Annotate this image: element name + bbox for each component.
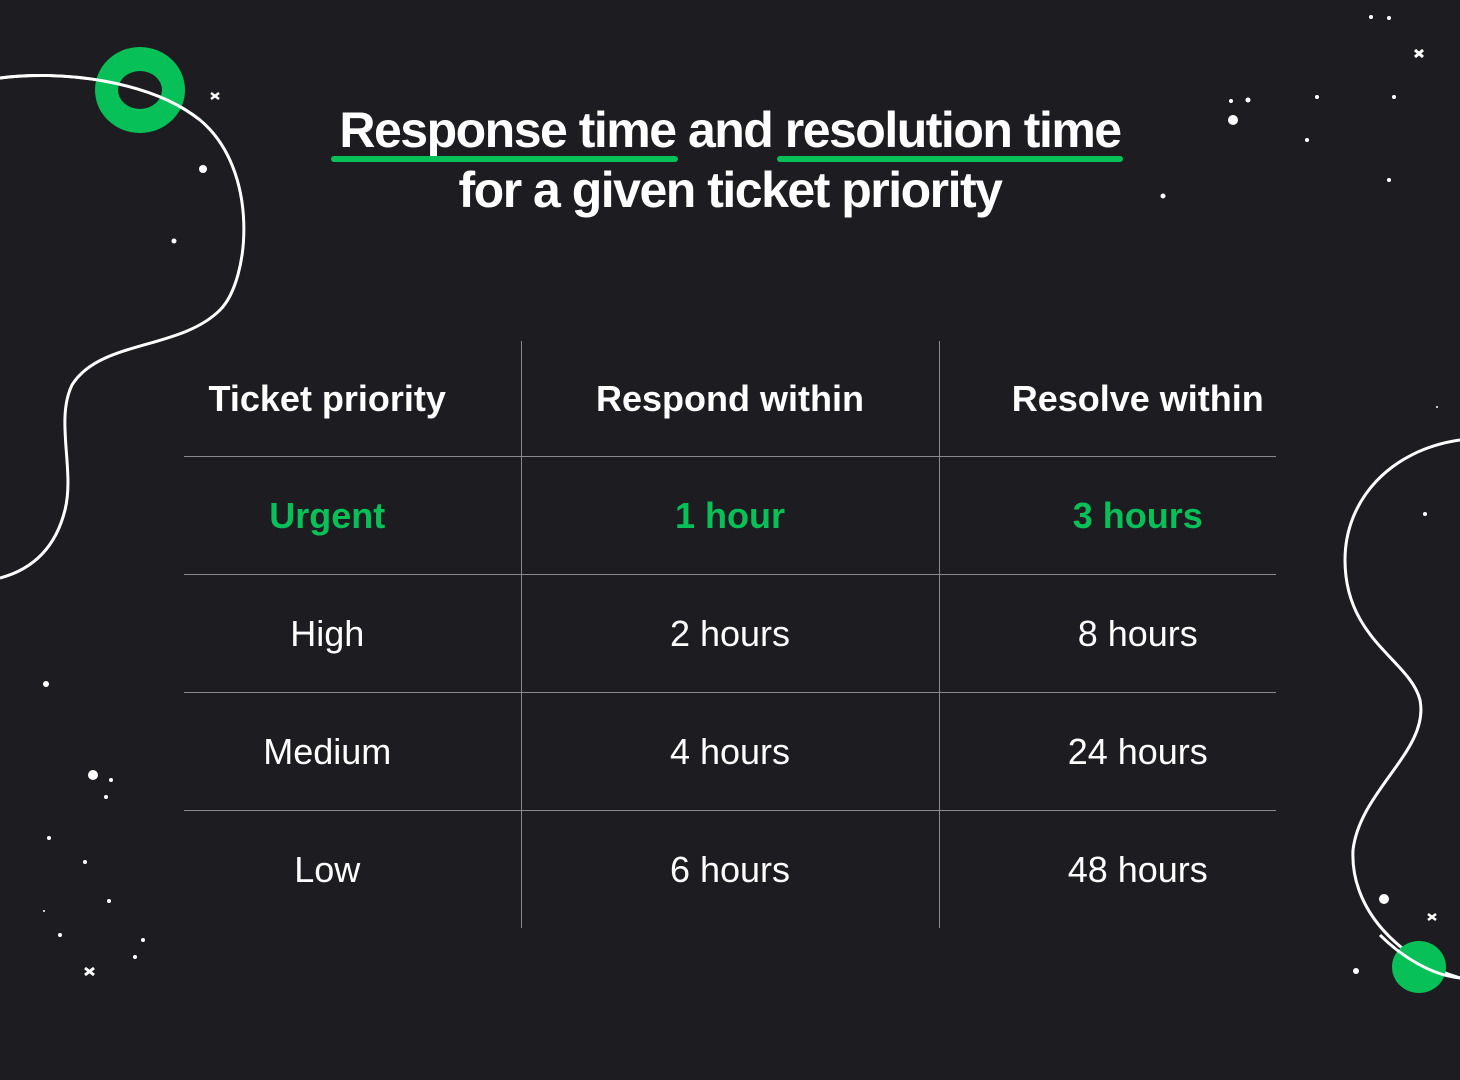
table-header-row: Ticket priority Respond within Resolve w…: [184, 341, 1276, 457]
table-row: Urgent 1 hour 3 hours: [184, 456, 1276, 575]
title-highlight-resolution-time: resolution time: [776, 102, 1123, 162]
resolve-cell: 3 hours: [938, 456, 1276, 575]
page-title: Response time and resolution time for a …: [0, 100, 1460, 220]
respond-cell: 1 hour: [520, 456, 939, 575]
header-resolve-within: Resolve within: [938, 341, 1276, 457]
resolve-cell: 48 hours: [938, 810, 1276, 928]
respond-cell: 6 hours: [520, 810, 939, 928]
table-row: High 2 hours 8 hours: [184, 574, 1276, 693]
green-blob-icon: [1378, 933, 1460, 993]
title-line-2: for a given ticket priority: [458, 162, 1003, 218]
title-connector: and: [675, 102, 785, 158]
table-row: Medium 4 hours 24 hours: [184, 692, 1276, 811]
sla-table: Ticket priority Respond within Resolve w…: [184, 341, 1276, 928]
header-respond-within: Respond within: [520, 341, 939, 457]
right-swirl-line: [1343, 438, 1460, 980]
respond-cell: 2 hours: [520, 574, 939, 693]
respond-cell: 4 hours: [520, 692, 939, 811]
priority-cell: High: [184, 574, 521, 693]
title-highlight-response-time: Response time: [331, 102, 678, 162]
title-line-1: Response time and resolution time: [0, 100, 1460, 162]
resolve-cell: 8 hours: [938, 574, 1276, 693]
resolve-cell: 24 hours: [938, 692, 1276, 811]
table-row: Low 6 hours 48 hours: [184, 810, 1276, 928]
header-ticket-priority: Ticket priority: [184, 341, 521, 457]
priority-cell: Low: [294, 848, 361, 890]
priority-cell: Medium: [184, 692, 521, 811]
priority-cell: Urgent: [184, 456, 521, 575]
